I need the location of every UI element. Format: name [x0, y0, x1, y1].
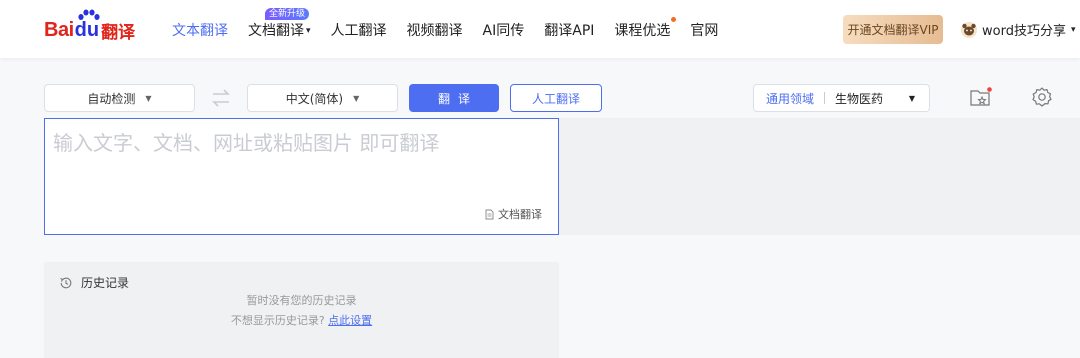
history-panel: 历史记录 暂时没有您的历史记录 不想显示历史记录? 点此设置 — [44, 262, 559, 358]
main-nav: 文本翻译 全新升级 文档翻译 ▾ 人工翻译 视频翻译 AI同传 翻译API 课程优… — [172, 8, 738, 40]
nav-video-translate[interactable]: 视频翻译 — [407, 20, 463, 40]
settings-gear-icon[interactable] — [1031, 86, 1053, 108]
user-menu[interactable]: word技巧分享 ▾ — [960, 20, 1076, 39]
swap-languages-icon[interactable] — [210, 88, 232, 108]
target-language-select[interactable]: 中文(简体) ▼ — [247, 84, 398, 112]
nav-official-site[interactable]: 官网 — [690, 20, 718, 40]
translation-output-panel — [559, 118, 1080, 235]
domain-general-label[interactable]: 通用领域 — [766, 90, 814, 107]
history-title: 历史记录 — [59, 274, 129, 291]
nav-text-translate[interactable]: 文本翻译 — [172, 20, 228, 40]
history-settings-link[interactable]: 点此设置 — [328, 314, 372, 327]
logo-fanyi: 翻译 — [101, 22, 136, 43]
nav-doc-translate[interactable]: 全新升级 文档翻译 ▾ — [248, 8, 311, 40]
top-header: Bai du 翻译 文本翻译 全新升级 文档翻译 ▾ 人工翻译 视频翻译 AI同传… — [0, 0, 1080, 58]
logo-du: du — [74, 18, 100, 41]
chevron-down-icon: ▼ — [908, 93, 915, 103]
favorites-folder-icon[interactable] — [969, 86, 993, 108]
baidu-translate-logo[interactable]: Bai du 翻译 — [44, 9, 136, 46]
nav-human-translate[interactable]: 人工翻译 — [331, 20, 387, 40]
nav-translate-api[interactable]: 翻译API — [544, 20, 594, 40]
source-text-input[interactable] — [53, 127, 550, 197]
avatar — [961, 21, 977, 38]
doc-translate-link[interactable]: 文档翻译 — [485, 206, 542, 222]
domain-select[interactable]: 通用领域 生物医药 ▼ — [753, 84, 930, 112]
chevron-down-icon: ▾ — [306, 26, 311, 36]
chevron-down-icon: ▾ — [1070, 24, 1076, 35]
source-text-panel: 文档翻译 — [44, 118, 559, 235]
chevron-down-icon: ▼ — [145, 93, 152, 103]
logo-bai: Bai — [44, 18, 74, 41]
nav-ai-interpret[interactable]: AI同传 — [483, 20, 525, 40]
history-empty-message: 暂时没有您的历史记录 — [246, 294, 357, 307]
source-language-select[interactable]: 自动检测 ▼ — [44, 84, 195, 112]
username: word技巧分享 — [982, 24, 1066, 39]
human-translate-button[interactable]: 人工翻译 — [510, 84, 602, 112]
document-icon — [485, 209, 494, 219]
history-clock-icon — [60, 277, 72, 288]
translate-button[interactable]: 翻译 — [409, 84, 499, 112]
open-vip-button[interactable]: 开通文档翻译VIP — [843, 15, 943, 44]
notification-dot — [671, 17, 677, 22]
divider — [824, 92, 826, 104]
new-upgrade-badge: 全新升级 — [265, 8, 310, 20]
history-hint: 不想显示历史记录? 点此设置 — [230, 314, 373, 327]
nav-courses[interactable]: 课程优选 — [614, 17, 677, 40]
chevron-down-icon: ▼ — [353, 93, 360, 103]
domain-field-value: 生物医药 — [835, 91, 884, 106]
